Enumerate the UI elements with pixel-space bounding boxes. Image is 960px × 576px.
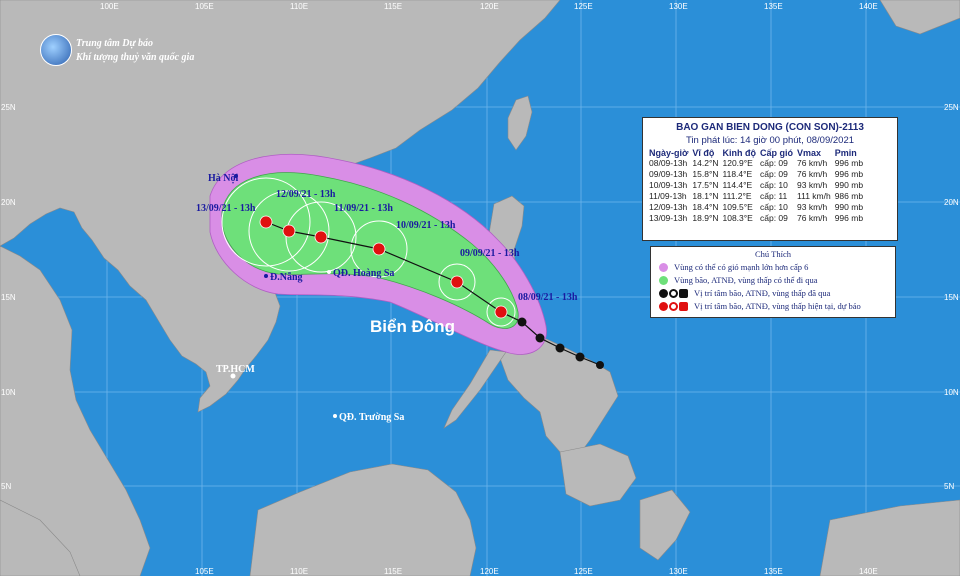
svg-text:15N: 15N: [1, 293, 16, 302]
table-row: 11/09-13h 18.1°N 111.2°E cấp: 11 111 km/h 986…: [649, 191, 864, 201]
place-hcm: TP.HCM: [216, 364, 255, 375]
svg-text:135E: 135E: [764, 2, 783, 11]
legend-item-forecast: Vị trí tâm bão, ATNĐ, vùng thấp hiện tại…: [659, 300, 861, 312]
place-truongsa: QĐ. Trường Sa: [339, 412, 404, 423]
legend-box: Chú Thích Vùng có thể có gió mạnh lớn hơ…: [650, 246, 896, 318]
table-row: 10/09-13h 17.5°N 114.4°E cấp: 10 93 km/h 990 …: [649, 180, 864, 190]
place-hoangsa: QĐ. Hoàng Sa: [333, 268, 394, 279]
svg-text:10N: 10N: [1, 388, 16, 397]
past-symbols-icon: [659, 288, 688, 298]
table-row: 13/09-13h 18.9°N 108.3°E cấp: 09 76 km/h 996 …: [649, 213, 864, 223]
agency-logo-icon: [40, 34, 72, 66]
svg-text:105E: 105E: [195, 567, 214, 576]
issued-time: Tin phát lúc: 14 giờ 00 phút, 08/09/2021: [685, 135, 855, 146]
svg-text:5N: 5N: [944, 482, 954, 491]
track-label-12: 12/09/21 - 13h: [276, 189, 336, 200]
svg-text:135E: 135E: [764, 567, 783, 576]
svg-text:20N: 20N: [1, 198, 16, 207]
svg-text:5N: 5N: [1, 482, 11, 491]
svg-text:120E: 120E: [480, 567, 499, 576]
svg-text:115E: 115E: [384, 567, 402, 576]
table-row: 08/09-13h 14.2°N 120.9°E cấp: 09 76 km/h 996 …: [649, 158, 864, 168]
forecast-table: Ngày-giờ Vĩ độ Kinh độ Cấp gió Vmax Pmin…: [647, 148, 865, 224]
svg-text:110E: 110E: [290, 567, 308, 576]
forecast-symbols-icon: [659, 301, 688, 311]
table-row: 09/09-13h 15.8°N 118.4°E cấp: 09 76 km/h 996 …: [649, 169, 864, 179]
storm-info-box: BAO GAN BIEN DONG (CON SON)-2113 Tin phá…: [642, 117, 898, 241]
svg-text:125E: 125E: [574, 2, 593, 11]
place-hanoi: Hà Nội: [208, 173, 239, 184]
svg-text:100E: 100E: [100, 2, 119, 11]
track-label-08: 08/09/21 - 13h: [518, 292, 578, 303]
svg-text:130E: 130E: [669, 2, 688, 11]
track-label-11: 11/09/21 - 13h: [334, 203, 393, 214]
svg-text:15N: 15N: [944, 293, 959, 302]
svg-text:125E: 125E: [574, 567, 593, 576]
svg-text:140E: 140E: [859, 567, 878, 576]
svg-text:130E: 130E: [669, 567, 688, 576]
sea-label: Biển Đông: [370, 317, 455, 336]
svg-text:10N: 10N: [944, 388, 959, 397]
storm-title: BAO GAN BIEN DONG (CON SON)-2113: [676, 122, 864, 133]
track-label-10: 10/09/21 - 13h: [396, 220, 456, 231]
green-dot-icon: [659, 275, 668, 285]
svg-text:110E: 110E: [290, 2, 308, 11]
svg-text:105E: 105E: [195, 2, 214, 11]
track-label-09: 09/09/21 - 13h: [460, 248, 520, 259]
table-header: Ngày-giờ Vĩ độ Kinh độ Cấp gió Vmax Pmin: [649, 148, 857, 158]
agency-line1: Trung tâm Dự báo: [76, 38, 154, 49]
legend-title: Chú Thích: [755, 249, 791, 259]
legend-item-wind: Vùng có thể có gió mạnh lớn hơn cấp 6: [659, 261, 808, 273]
svg-text:25N: 25N: [944, 103, 959, 112]
svg-text:120E: 120E: [480, 2, 499, 11]
svg-text:20N: 20N: [944, 198, 959, 207]
legend-item-past: Vị trí tâm bão, ATNĐ, vùng thấp đã qua: [659, 287, 830, 299]
agency-line2: Khí tượng thuỷ văn quốc gia: [76, 52, 195, 63]
track-label-13: 13/09/21 - 13h: [196, 203, 256, 214]
table-row: 12/09-13h 18.4°N 109.5°E cấp: 10 93 km/h 990 …: [649, 202, 864, 212]
svg-text:115E: 115E: [384, 2, 402, 11]
svg-text:25N: 25N: [1, 103, 16, 112]
legend-item-storm: Vùng bão, ATNĐ, vùng thấp có thể đi qua: [659, 274, 818, 286]
violet-dot-icon: [659, 262, 668, 272]
svg-text:140E: 140E: [859, 2, 878, 11]
place-danang: Đ.Nẵng: [270, 272, 303, 283]
